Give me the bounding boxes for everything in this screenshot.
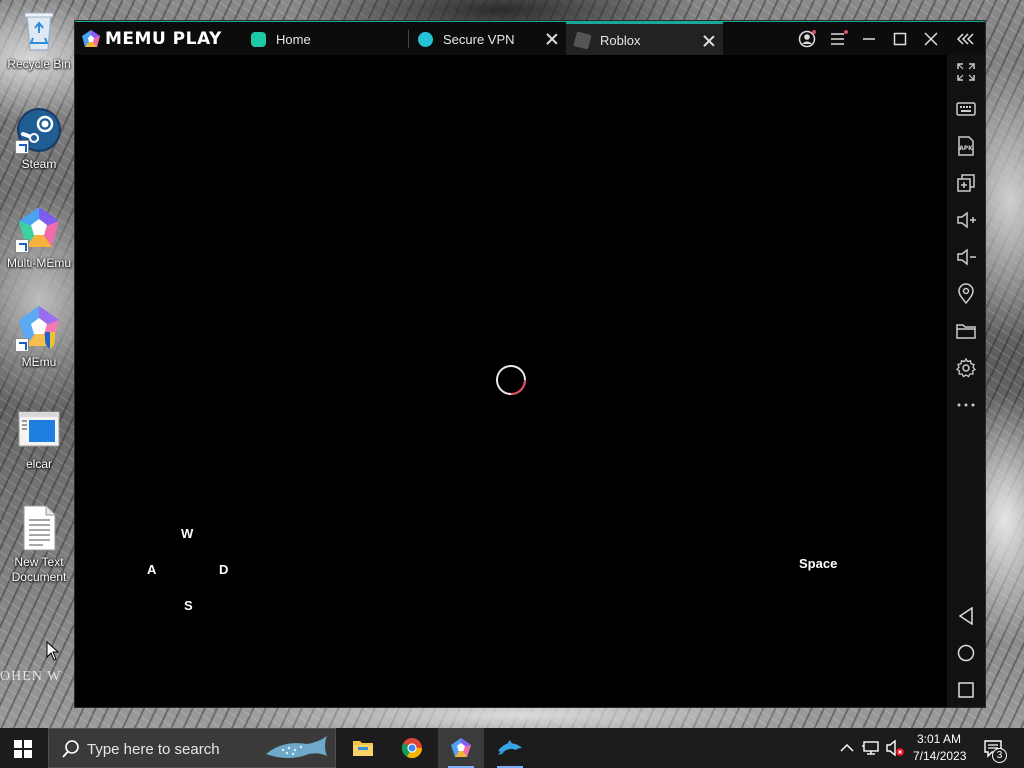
desktop-icon-label: New Text Document (11, 555, 67, 584)
dolphin-app-icon (498, 740, 522, 755)
location-icon[interactable] (955, 283, 977, 305)
application-window-icon (15, 406, 63, 454)
desktop-icon-new-text-document[interactable]: New Text Document (2, 504, 76, 585)
whale-shark-search-highlight-icon (266, 736, 327, 758)
memu-logo-icon (82, 30, 100, 47)
windows-taskbar: 3:01 AM 7/14/2023 3 (0, 728, 1024, 768)
shortcut-arrow-icon (15, 338, 29, 352)
more-options-icon[interactable] (955, 394, 977, 416)
keymap-key-jump: Space (799, 556, 838, 571)
keyboard-icon[interactable] (955, 98, 977, 120)
home-app-icon (251, 31, 266, 47)
multi-memu-icon (15, 205, 63, 253)
close-icon[interactable] (920, 28, 942, 50)
keymap-key-left: A (147, 562, 157, 577)
shortcut-arrow-icon (15, 140, 29, 154)
emulator-sidebar: APK (947, 55, 985, 707)
fullscreen-icon[interactable] (955, 61, 977, 83)
desktop-icon-label: Recycle Bin (7, 57, 71, 71)
taskbar-search-box[interactable] (48, 728, 336, 768)
taskbar-memu[interactable] (438, 728, 484, 768)
memu-icon (15, 304, 63, 352)
android-screen[interactable]: W A D S Space (75, 55, 947, 707)
mouse-cursor-icon (46, 641, 60, 661)
clock-time[interactable]: 3:01 AM (917, 732, 961, 746)
settings-gear-icon[interactable] (955, 357, 977, 379)
wallpaper-text: OHEN W (0, 669, 62, 684)
tab-secure-vpn[interactable]: Secure VPN (418, 22, 566, 56)
folder-icon[interactable] (955, 320, 977, 342)
desktop-icon-label: Steam (21, 157, 57, 171)
brand-name: MEMU PLAY (105, 29, 222, 49)
svg-text:APK: APK (959, 145, 973, 152)
desktop-icon-label: Multi-MEmu (6, 256, 71, 270)
tab-label: Home (276, 31, 311, 47)
chevron-up-icon[interactable] (840, 742, 854, 754)
chrome-icon (401, 738, 423, 759)
memu-taskbar-icon (451, 738, 471, 757)
loading-spinner-icon (496, 365, 526, 395)
file-explorer-icon (353, 741, 373, 756)
speaker-muted-icon[interactable] (885, 739, 905, 757)
taskbar-file-explorer[interactable] (340, 728, 386, 768)
keymap-key-right: D (219, 562, 229, 577)
vpn-app-icon (418, 31, 433, 47)
clock-date[interactable]: 7/14/2023 (913, 749, 966, 763)
account-icon[interactable] (796, 28, 818, 50)
memu-emulator-window: MEMU PLAY Home Secure VPN Roblox W A D S… (74, 20, 986, 708)
notification-count-badge: 3 (992, 748, 1007, 763)
keymap-key-down: S (184, 598, 193, 613)
apk-install-icon[interactable]: APK (955, 135, 977, 157)
desktop-icon-label: MEmu (21, 355, 57, 369)
shortcut-arrow-icon (15, 239, 29, 253)
close-tab-icon[interactable] (544, 31, 560, 47)
desktop-icon-label: elcar (25, 457, 52, 471)
desktop-icon-elcar[interactable]: elcar (2, 406, 76, 472)
search-icon (62, 740, 79, 758)
network-icon[interactable] (862, 740, 882, 756)
emulator-titlebar[interactable]: MEMU PLAY Home Secure VPN Roblox (75, 21, 985, 56)
text-file-icon (15, 504, 63, 552)
taskbar-chrome[interactable] (389, 728, 435, 768)
tab-separator (408, 30, 409, 48)
volume-down-icon[interactable] (955, 246, 977, 268)
desktop-icon-recycle-bin[interactable]: Recycle Bin (2, 6, 76, 72)
recycle-bin-icon (15, 6, 63, 54)
multi-window-icon[interactable] (955, 172, 977, 194)
tab-roblox[interactable]: Roblox (566, 22, 723, 56)
steam-icon (15, 106, 63, 154)
maximize-icon[interactable] (889, 28, 911, 50)
search-input[interactable] (87, 738, 277, 760)
taskbar-dolphin[interactable] (487, 728, 533, 768)
desktop-icon-multi-memu[interactable]: Multi-MEmu (2, 205, 76, 271)
memu-play-logo: MEMU PLAY (81, 28, 222, 50)
close-tab-icon[interactable] (701, 33, 717, 49)
keymap-key-up: W (181, 526, 194, 541)
android-recents-icon[interactable] (955, 679, 977, 701)
windows-start-icon[interactable] (14, 740, 32, 758)
menu-icon[interactable] (827, 28, 849, 50)
minimize-icon[interactable] (858, 28, 880, 50)
tab-label: Secure VPN (443, 31, 515, 47)
roblox-app-icon (573, 30, 592, 50)
desktop-icon-steam[interactable]: Steam (2, 106, 76, 172)
tab-home[interactable]: Home (251, 22, 406, 56)
volume-up-icon[interactable] (955, 209, 977, 231)
android-back-icon[interactable] (955, 605, 977, 627)
collapse-sidebar-icon[interactable] (955, 28, 977, 50)
android-home-icon[interactable] (955, 642, 977, 664)
desktop-icon-memu[interactable]: MEmu (2, 304, 76, 370)
tab-label: Roblox (600, 32, 641, 48)
